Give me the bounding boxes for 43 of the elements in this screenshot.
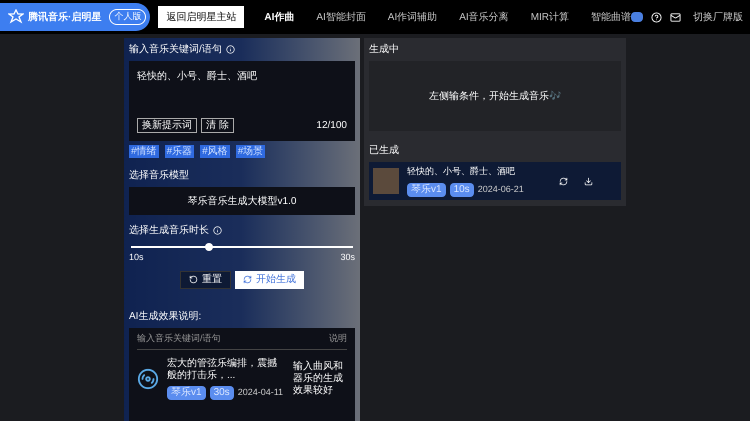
- start-button[interactable]: 开始生成: [235, 270, 304, 288]
- hint-text: 左侧输条件，开始生成音乐🎶: [429, 90, 561, 104]
- nav-tab[interactable]: AI智能封面: [316, 10, 366, 24]
- item-title: 轻快的、小号、爵士、酒吧: [407, 165, 516, 178]
- keyword-textarea[interactable]: 轻快的、小号、爵士、酒吧 换新提示词 清 除 12/100: [129, 61, 355, 141]
- nav-tab[interactable]: AI作词辅助: [388, 10, 438, 24]
- section-title: AI生成效果说明:: [129, 310, 202, 324]
- nav-tab[interactable]: AI作曲: [264, 10, 294, 24]
- tag: 琴乐v1: [167, 386, 206, 400]
- section-title: 生成中: [369, 42, 400, 57]
- tag-button[interactable]: #情绪: [129, 145, 159, 158]
- date: 2024-06-21: [478, 183, 524, 196]
- section-title: 输入音乐关键词/语句: [129, 42, 222, 57]
- logo-text: 腾讯音乐·启明星: [28, 10, 102, 24]
- nav-tab[interactable]: MIR计算: [530, 10, 570, 24]
- outline-button[interactable]: 换新提示词: [137, 118, 197, 133]
- edition-badge: 个人版: [109, 9, 146, 25]
- tag-button[interactable]: #乐器: [164, 145, 194, 158]
- back-link[interactable]: 返回启明星主站: [158, 6, 244, 28]
- outline-button[interactable]: 清 除: [201, 118, 234, 133]
- section-title: 选择音乐模型: [129, 168, 190, 183]
- tag-button[interactable]: #场景: [236, 145, 266, 158]
- section-title: 选择生成音乐时长: [129, 224, 209, 238]
- tag: 30s: [210, 386, 234, 400]
- nav-tab[interactable]: AI音乐分离: [459, 10, 509, 24]
- example-note: 输入曲风和器乐的生成效果较好: [293, 361, 343, 397]
- tag-button[interactable]: #风格: [200, 145, 230, 158]
- column-header: 输入音乐关键词/语句: [137, 332, 221, 344]
- tag: 10s: [450, 182, 474, 197]
- tag: 琴乐v1: [407, 182, 446, 197]
- column-header: 说明: [329, 332, 347, 344]
- model-select[interactable]: 琴乐音乐生成大模型v1.0: [129, 187, 355, 215]
- keyword-text: 轻快的、小号、爵士、酒吧: [137, 70, 258, 84]
- nav-tab[interactable]: 智能曲谱: [591, 10, 632, 24]
- section-title: 已生成: [369, 144, 400, 158]
- char-count: 12/100: [316, 119, 347, 133]
- date: 2024-04-11: [238, 386, 284, 400]
- example-text: 宏大的管弦乐编排，震撼般的打击乐，...: [167, 358, 278, 382]
- reset-button[interactable]: 重置: [180, 270, 231, 288]
- switch-link[interactable]: 切换厂牌版: [693, 10, 744, 24]
- min-label: 10s: [129, 251, 144, 264]
- generated-item[interactable]: 轻快的、小号、爵士、酒吧 琴乐v1 10s 2024-06-21: [369, 162, 621, 200]
- max-label: 30s: [340, 251, 355, 264]
